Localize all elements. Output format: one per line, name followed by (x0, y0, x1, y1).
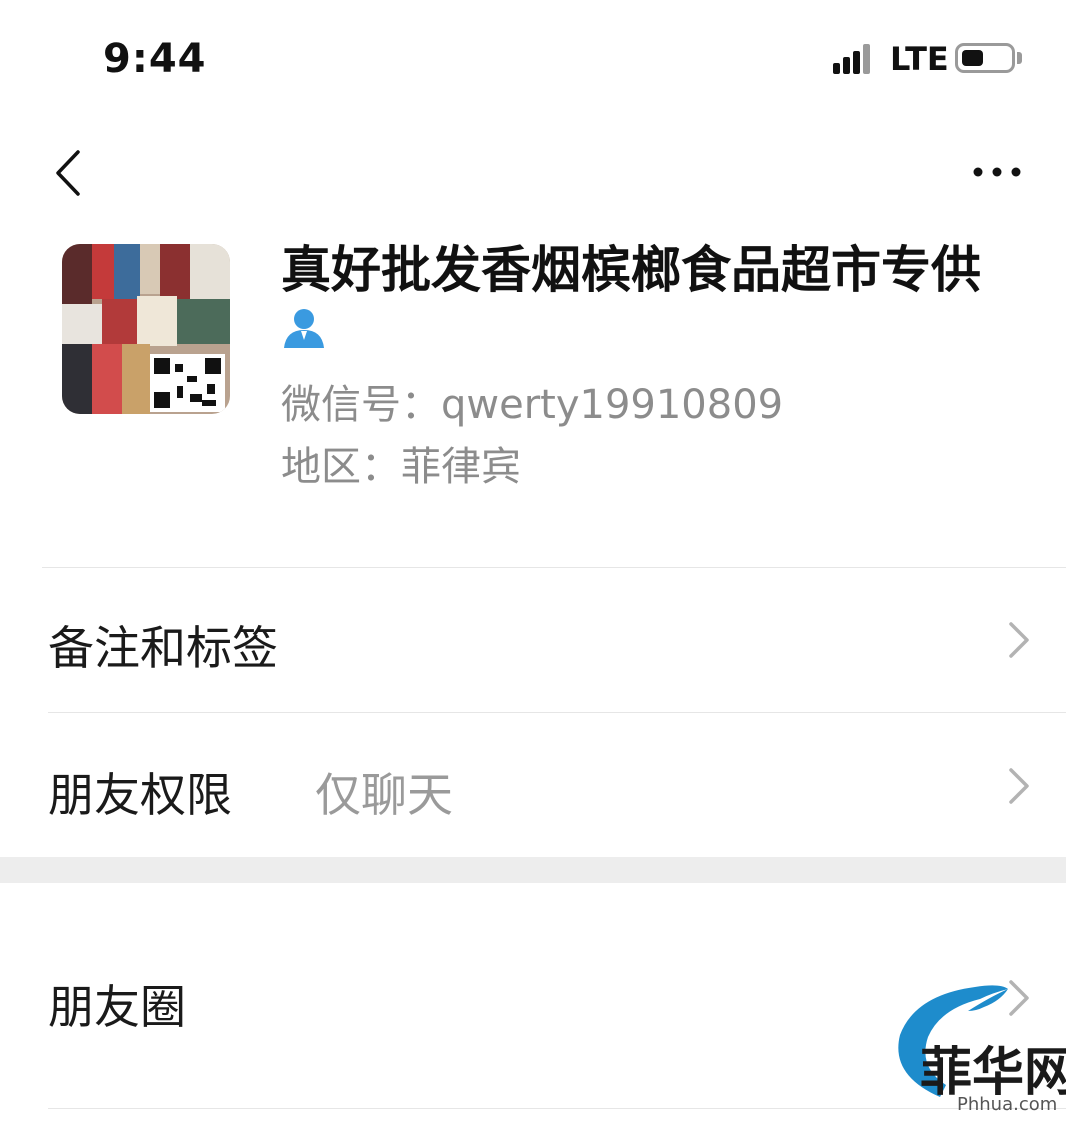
battery-level (962, 50, 983, 66)
status-time: 9:44 (103, 36, 207, 82)
battery-tip (1017, 52, 1022, 64)
wechat-id: 微信号：qwerty19910809 (281, 382, 784, 428)
row-label: 备注和标签 (48, 621, 278, 675)
chevron-left-icon (56, 150, 80, 196)
region: 地区：菲律宾 (281, 444, 521, 490)
back-button[interactable] (50, 148, 96, 198)
chevron-right-icon (1009, 622, 1029, 658)
remark-tags-row[interactable]: 备注和标签 (0, 568, 1066, 712)
row-label: 朋友权限 (48, 768, 232, 822)
more-button[interactable] (972, 160, 1022, 184)
avatar[interactable] (62, 244, 230, 414)
more-horizontal-icon (973, 167, 1021, 177)
contact-name: 真好批发香烟槟榔食品超市专供 (281, 241, 981, 299)
row-value: 仅聊天 (315, 768, 453, 822)
friend-permissions-row[interactable]: 朋友权限 仅聊天 (0, 713, 1066, 857)
section-gap (0, 857, 1066, 883)
network-type: LTE (890, 40, 949, 78)
person-icon (281, 306, 327, 350)
row-label: 朋友圈 (48, 980, 186, 1034)
signal-icon (833, 44, 873, 74)
watermark-site: Phhua.com (957, 1094, 1058, 1115)
chevron-right-icon (1009, 768, 1029, 804)
battery-icon (955, 43, 1015, 73)
